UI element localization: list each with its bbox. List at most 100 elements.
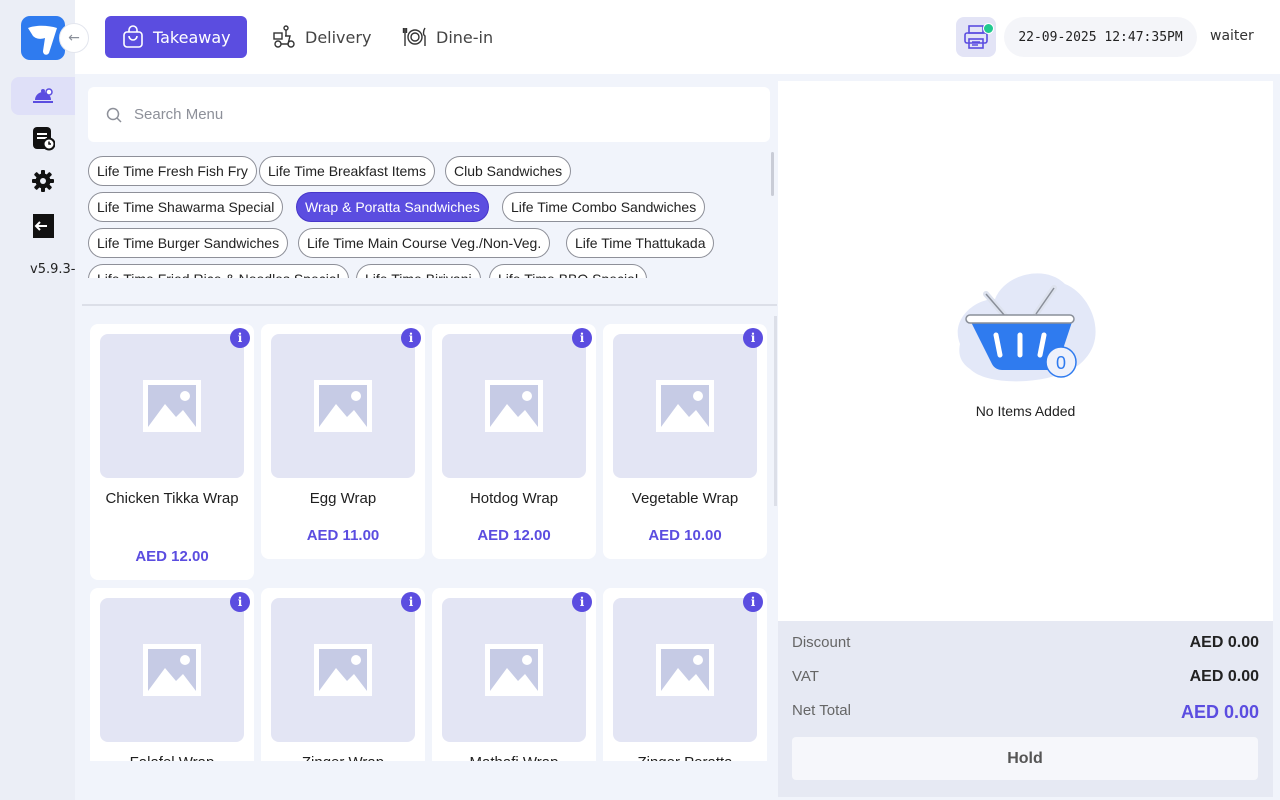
tab-delivery[interactable]: Delivery xyxy=(255,16,387,58)
orders-history-icon xyxy=(33,127,55,151)
info-icon[interactable]: i xyxy=(230,328,250,348)
menu-item-card[interactable]: i Egg Wrap AED 11.00 xyxy=(261,324,425,559)
info-icon[interactable]: i xyxy=(743,592,763,612)
item-image xyxy=(271,334,415,478)
cart-count: 0 xyxy=(1056,353,1066,373)
category-chip[interactable]: Life Time Thattukada xyxy=(566,228,715,258)
logout-icon xyxy=(33,214,54,238)
item-name: Zinger Wrap xyxy=(267,752,419,761)
item-image xyxy=(613,598,757,742)
item-price: AED 12.00 xyxy=(477,527,551,544)
menu-item-card[interactable]: i Mathafi Wrap xyxy=(432,588,596,761)
category-chip[interactable]: Life Time Fresh Fish Fry xyxy=(88,156,257,186)
cart-panel: 0 No Items Added Discount AED 0.00 VAT A… xyxy=(778,81,1273,797)
vat-label: VAT xyxy=(792,668,819,685)
empty-cart-label: No Items Added xyxy=(975,403,1076,419)
category-chip-active[interactable]: Wrap & Poratta Sandwiches xyxy=(296,192,489,222)
net-total-value: AED 0.00 xyxy=(1180,702,1259,722)
item-name: Vegetable Wrap xyxy=(631,490,739,507)
item-name: Egg Wrap xyxy=(309,490,377,507)
image-placeholder-icon xyxy=(143,380,201,432)
item-image xyxy=(613,334,757,478)
item-name: Falafel Wrap xyxy=(96,752,248,761)
tab-takeaway-label: Takeaway xyxy=(153,27,231,47)
category-chip[interactable]: Life Time Biriyani xyxy=(356,264,481,278)
net-total-label: Net Total xyxy=(792,702,851,719)
category-chip[interactable]: Life Time Shawarma Special xyxy=(88,192,284,222)
category-chip[interactable]: Life Time Combo Sandwiches xyxy=(502,192,706,222)
sidebar-item-logout[interactable] xyxy=(11,207,75,245)
category-chip[interactable]: Life Time Burger Sandwiches xyxy=(88,228,289,258)
info-icon[interactable]: i xyxy=(743,328,763,348)
item-name: Mathafi Wrap xyxy=(438,752,590,761)
hold-button[interactable]: Hold xyxy=(792,737,1258,780)
menu-item-card[interactable]: i Chicken Tikka Wrap AED 12.00 xyxy=(90,324,254,580)
basket-icon: 0 xyxy=(950,264,1100,389)
net-total-row: Net Total AED 0.00 xyxy=(792,702,1259,723)
discount-label: Discount xyxy=(792,634,851,651)
info-icon[interactable]: i xyxy=(401,592,421,612)
app-version: v5.9.3- xyxy=(30,262,75,277)
item-price: AED 11.00 xyxy=(306,527,380,544)
discount-value: AED 0.00 xyxy=(1189,634,1259,651)
item-image xyxy=(271,598,415,742)
info-icon[interactable]: i xyxy=(572,328,592,348)
menu-item-card[interactable]: i Zinger Poratta xyxy=(603,588,767,761)
search-icon xyxy=(106,107,122,123)
totals-panel: Discount AED 0.00 VAT AED 0.00 Net Total… xyxy=(778,621,1273,797)
search-bar xyxy=(88,87,770,142)
shopping-bag-icon xyxy=(123,25,143,48)
category-list: Life Time Fresh Fish Fry Life Time Break… xyxy=(88,154,768,278)
menu-item-card[interactable]: i Vegetable Wrap AED 10.00 xyxy=(603,324,767,559)
info-icon[interactable]: i xyxy=(572,592,592,612)
item-price: AED 12.00 xyxy=(135,548,209,565)
item-image xyxy=(100,334,244,478)
menu-item-card[interactable]: i Falafel Wrap xyxy=(90,588,254,761)
image-placeholder-icon xyxy=(656,380,714,432)
image-placeholder-icon xyxy=(656,644,714,696)
menu-item-card[interactable]: i Zinger Wrap xyxy=(261,588,425,761)
printer-button[interactable] xyxy=(956,17,996,57)
vat-value: AED 0.00 xyxy=(1189,668,1259,685)
search-input[interactable] xyxy=(134,106,734,123)
collapse-sidebar-button[interactable]: ← xyxy=(59,23,89,53)
sidebar-item-orders[interactable] xyxy=(11,119,75,157)
datetime-display: 22-09-2025 12:47:35PM xyxy=(1004,17,1197,57)
category-chip[interactable]: Club Sandwiches xyxy=(445,156,572,186)
item-name: Hotdog Wrap xyxy=(469,490,559,507)
image-placeholder-icon xyxy=(314,380,372,432)
printer-status-icon xyxy=(983,23,994,34)
image-placeholder-icon xyxy=(143,644,201,696)
top-bar: Takeaway Delivery Dine-in 22-09-2025 12:… xyxy=(75,0,1280,74)
tab-takeaway[interactable]: Takeaway xyxy=(105,16,247,58)
image-placeholder-icon xyxy=(485,380,543,432)
item-price: AED 10.00 xyxy=(648,527,722,544)
image-placeholder-icon xyxy=(485,644,543,696)
discount-row: Discount AED 0.00 xyxy=(792,634,1259,652)
item-name: Zinger Poratta xyxy=(609,752,761,761)
info-icon[interactable]: i xyxy=(230,592,250,612)
item-image xyxy=(100,598,244,742)
item-image xyxy=(442,334,586,478)
tab-dine-in[interactable]: Dine-in xyxy=(386,16,509,58)
grid-scrollbar[interactable] xyxy=(774,316,777,506)
info-icon[interactable]: i xyxy=(401,328,421,348)
category-chip[interactable]: Life Time BBQ Special xyxy=(489,264,648,278)
category-chip[interactable]: Life Time Fried Rice & Noodles Special xyxy=(88,264,349,278)
category-scrollbar[interactable] xyxy=(771,152,774,196)
sidebar: ← v5.9.3- xyxy=(0,0,89,800)
image-placeholder-icon xyxy=(314,644,372,696)
tab-delivery-label: Delivery xyxy=(305,27,372,47)
user-name[interactable]: waiter xyxy=(1210,28,1254,44)
sidebar-item-pos[interactable] xyxy=(11,77,75,115)
sidebar-item-settings[interactable] xyxy=(11,162,75,200)
item-image xyxy=(442,598,586,742)
menu-item-grid: i Chicken Tikka Wrap AED 12.00 i Egg Wra… xyxy=(82,306,777,761)
category-chip[interactable]: Life Time Breakfast Items xyxy=(259,156,435,186)
category-chip[interactable]: Life Time Main Course Veg./Non-Veg. xyxy=(298,228,551,258)
delivery-scooter-icon xyxy=(273,25,295,48)
item-name: Chicken Tikka Wrap xyxy=(105,490,239,507)
tab-dine-in-label: Dine-in xyxy=(436,27,494,47)
gear-icon xyxy=(32,170,54,192)
menu-item-card[interactable]: i Hotdog Wrap AED 12.00 xyxy=(432,324,596,559)
